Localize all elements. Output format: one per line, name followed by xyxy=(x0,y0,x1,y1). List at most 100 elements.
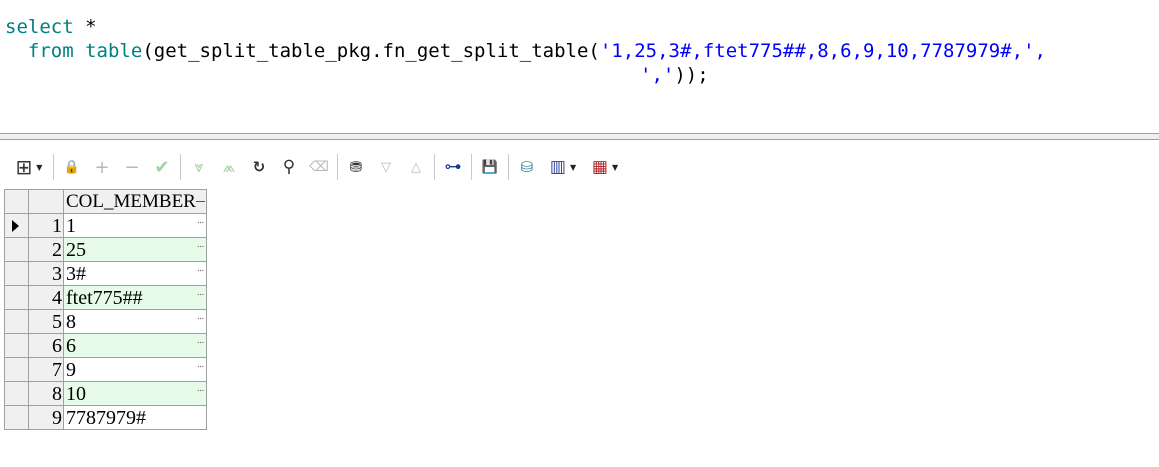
table-row[interactable]: 1 1... xyxy=(5,214,207,238)
table-cell[interactable]: 10... xyxy=(64,382,207,406)
row-number: 9 xyxy=(29,406,64,430)
export-glyph: ⛁ xyxy=(520,158,534,176)
cell-value: 1 xyxy=(66,215,76,237)
fetch-last-icon[interactable]: ⩕ xyxy=(214,152,244,182)
row-indicator[interactable] xyxy=(5,238,29,262)
table-cell[interactable]: 6... xyxy=(64,334,207,358)
current-row-arrow-icon xyxy=(12,220,19,232)
result-grid: COL_MEMBER 1 1... 2 25... 3 3#... 4 ftet… xyxy=(4,189,207,430)
clear-icon[interactable]: ⌫ xyxy=(304,152,334,182)
cell-ellipsis-button[interactable]: ... xyxy=(197,232,204,256)
tree-glyph: ⊶ xyxy=(444,157,462,177)
table-row[interactable]: 2 25... xyxy=(5,238,207,262)
toolbar-separator xyxy=(471,154,472,180)
remove-icon[interactable]: − xyxy=(117,152,147,182)
table-cell[interactable]: 7787979# xyxy=(64,406,207,430)
save-glyph: 💾 xyxy=(481,159,499,175)
row-number: 6 xyxy=(29,334,64,358)
sort-down-icon[interactable]: ▽ xyxy=(371,152,401,182)
cell-ellipsis-button[interactable]: ... xyxy=(197,376,204,400)
table-cell[interactable]: 3#... xyxy=(64,262,207,286)
check-icon[interactable]: ✔ xyxy=(147,152,177,182)
cell-ellipsis-button[interactable]: ... xyxy=(197,208,204,232)
table-cell[interactable]: 9... xyxy=(64,358,207,382)
grid-glyph: ⊞ xyxy=(15,155,33,179)
cell-value: 10 xyxy=(66,383,86,405)
toolbar-separator xyxy=(337,154,338,180)
row-indicator[interactable] xyxy=(5,358,29,382)
closing-parens: )); xyxy=(674,64,709,86)
find-glyph: ⚲ xyxy=(282,157,296,177)
fetch-last-glyph: ⩕ xyxy=(222,157,236,176)
row-indicator[interactable] xyxy=(5,382,29,406)
row-indicator[interactable] xyxy=(5,406,29,430)
table-row[interactable]: 8 10... xyxy=(5,382,207,406)
query-glyph: ⛃ xyxy=(349,158,363,176)
fetch-next-glyph: ⩔ xyxy=(194,157,204,176)
find-icon[interactable]: ⚲ xyxy=(274,152,304,182)
row-number: 7 xyxy=(29,358,64,382)
add-icon[interactable]: + xyxy=(87,152,117,182)
cell-value: 3# xyxy=(66,263,86,285)
export-icon[interactable]: ⛁ xyxy=(512,152,542,182)
row-indicator[interactable] xyxy=(5,262,29,286)
column-header-label: COL_MEMBER xyxy=(66,191,196,212)
toolbar-separator xyxy=(53,154,54,180)
toolbar-separator xyxy=(508,154,509,180)
tree-icon[interactable]: ⊶ xyxy=(438,152,468,182)
table-row[interactable]: 6 6... xyxy=(5,334,207,358)
table-cell[interactable]: ftet775##... xyxy=(64,286,207,310)
table-icon[interactable]: ▦ ▼ xyxy=(584,152,626,182)
row-indicator[interactable] xyxy=(5,286,29,310)
sort-down-glyph: ▽ xyxy=(381,159,391,175)
sql-editor[interactable]: select * from table(get_split_table_pkg.… xyxy=(0,0,1159,133)
grid-header-row: COL_MEMBER xyxy=(5,190,207,214)
table-row[interactable]: 3 3#... xyxy=(5,262,207,286)
table-cell[interactable]: 8... xyxy=(64,310,207,334)
sort-up-glyph: △ xyxy=(411,159,421,175)
toolbar-separator xyxy=(434,154,435,180)
table-glyph: ▦ xyxy=(591,157,608,177)
row-indicator[interactable] xyxy=(5,334,29,358)
lock-icon[interactable]: 🔒 xyxy=(57,152,87,182)
row-number: 3 xyxy=(29,262,64,286)
cell-value: ftet775## xyxy=(66,287,143,309)
header-corner[interactable] xyxy=(5,190,29,214)
string-literal: '1,25,3#,ftet775##,8,6,9,10,7787979#,', xyxy=(599,40,1046,62)
keyword-table: table xyxy=(85,40,143,62)
table-row[interactable]: 4 ftet775##... xyxy=(5,286,207,310)
lock-glyph: 🔒 xyxy=(63,159,81,175)
row-indicator[interactable] xyxy=(5,214,29,238)
cell-ellipsis-button[interactable]: ... xyxy=(197,304,204,328)
editor-splitter[interactable] xyxy=(0,133,1159,140)
cell-ellipsis-button[interactable]: ... xyxy=(197,256,204,280)
save-icon[interactable]: 💾 xyxy=(475,152,505,182)
refresh-icon[interactable]: ↻ xyxy=(244,152,274,182)
table-row[interactable]: 5 8... xyxy=(5,310,207,334)
sort-up-icon[interactable]: △ xyxy=(401,152,431,182)
function-call: (get_split_table_pkg.fn_get_split_table( xyxy=(142,40,600,62)
string-literal-delimiter: ',' xyxy=(640,64,675,86)
query-icon[interactable]: ⛃ xyxy=(341,152,371,182)
cell-value: 9 xyxy=(66,359,76,381)
table-cell[interactable]: 25... xyxy=(64,238,207,262)
chevron-down-icon: ▼ xyxy=(611,162,619,172)
row-indicator[interactable] xyxy=(5,310,29,334)
table-row[interactable]: 7 9... xyxy=(5,358,207,382)
cell-ellipsis-button[interactable]: ... xyxy=(197,352,204,376)
grid-icon[interactable]: ⊞ ▼ xyxy=(8,152,50,182)
column-header-col-member[interactable]: COL_MEMBER xyxy=(64,190,207,214)
chart-icon[interactable]: ▥ ▼ xyxy=(542,152,584,182)
fetch-next-icon[interactable]: ⩔ xyxy=(184,152,214,182)
code-line-1: select * xyxy=(0,15,1159,39)
code-line-3: ',')); xyxy=(0,63,1159,87)
row-number: 5 xyxy=(29,310,64,334)
table-row[interactable]: 9 7787979# xyxy=(5,406,207,430)
cell-ellipsis-button[interactable]: ... xyxy=(197,328,204,352)
remove-glyph: − xyxy=(124,156,140,178)
table-cell[interactable]: 1... xyxy=(64,214,207,238)
row-number: 2 xyxy=(29,238,64,262)
column-resize-handle[interactable] xyxy=(196,201,205,202)
cell-ellipsis-button[interactable]: ... xyxy=(197,280,204,304)
